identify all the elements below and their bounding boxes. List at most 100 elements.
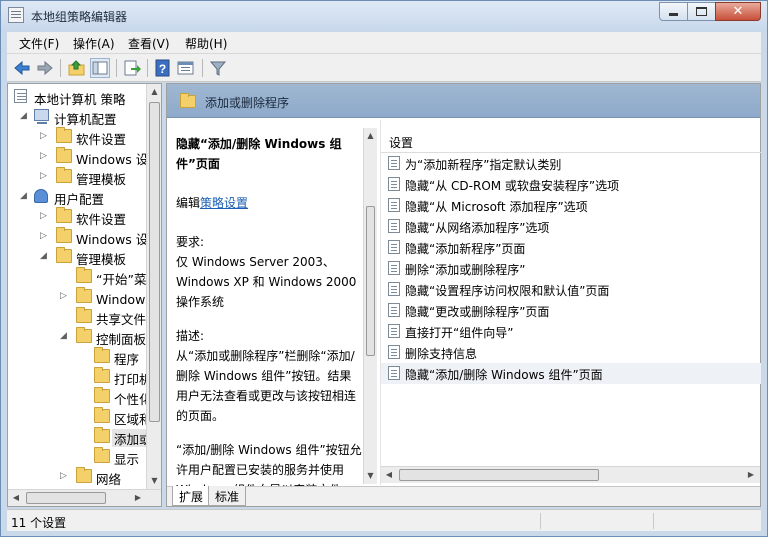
list-horizontal-scrollbar[interactable]: ◀ ▶ — [381, 466, 760, 483]
list-item-label: 删除“添加或删除程序” — [405, 263, 526, 277]
folder-icon — [56, 227, 72, 243]
description-scroll-thumb[interactable] — [366, 206, 375, 356]
tree-item-label: Windows 设置 — [76, 152, 152, 167]
tree-item-software-settings[interactable]: ▷ 软件设置 — [12, 207, 152, 227]
tree-item-shared-folders[interactable]: 共享文件夹 — [12, 307, 152, 327]
settings-list-header[interactable]: 设置 — [381, 129, 761, 153]
expand-icon[interactable]: ▷ — [60, 471, 69, 482]
scroll-down-icon[interactable]: ▼ — [364, 468, 377, 484]
window-controls: ✕ — [659, 2, 761, 21]
list-item[interactable]: 隐藏“从网络添加程序”选项 — [381, 216, 761, 237]
up-folder-icon[interactable] — [67, 58, 87, 78]
expand-icon[interactable]: ▷ — [40, 131, 49, 142]
scroll-up-icon[interactable]: ▲ — [147, 84, 161, 100]
description-scrollbar[interactable]: ▲ ▼ — [363, 128, 377, 484]
expand-icon[interactable]: ▷ — [40, 151, 49, 162]
list-item[interactable]: 隐藏“更改或删除程序”页面 — [381, 300, 761, 321]
list-hscroll-thumb[interactable] — [399, 469, 599, 481]
list-item[interactable]: 删除“添加或删除程序” — [381, 258, 761, 279]
collapse-icon[interactable]: ◢ — [60, 331, 69, 342]
list-item[interactable]: 直接打开“组件向导” — [381, 321, 761, 342]
tree-item-user-config[interactable]: ◢ 用户配置 — [12, 187, 152, 207]
menu-bar: 文件(F) 操作(A) 查看(V) 帮助(H) — [7, 32, 761, 54]
tree-item-windows-components[interactable]: ▷ Windows 组件 — [12, 287, 152, 307]
edit-policy-link[interactable]: 策略设置 — [200, 196, 248, 210]
tree-item-start-menu[interactable]: “开始”菜单和任务栏 — [12, 267, 152, 287]
tree-item-regional-language[interactable]: 区域和语言选项 — [12, 407, 152, 427]
tree-item-windows-settings[interactable]: ▷ Windows 设置 — [12, 147, 152, 167]
list-item[interactable]: 为“添加新程序”指定默认类别 — [381, 153, 761, 174]
tab-standard[interactable]: 标准 — [208, 486, 247, 506]
minimize-button[interactable] — [659, 2, 688, 21]
menu-action[interactable]: 操作(A) — [73, 35, 115, 52]
setting-title: 隐藏“添加/删除 Windows 组件”页面 — [176, 137, 342, 171]
scroll-down-icon[interactable]: ▼ — [147, 473, 161, 489]
list-item[interactable]: 隐藏“从 CD-ROM 或软盘安装程序”选项 — [381, 174, 761, 195]
tree-item-programs[interactable]: 程序 — [12, 347, 152, 367]
menu-help[interactable]: 帮助(H) — [185, 35, 227, 52]
list-item-selected[interactable]: 隐藏“添加/删除 Windows 组件”页面 — [381, 363, 761, 384]
settings-list: 设置 为“添加新程序”指定默认类别 隐藏“从 CD-ROM 或软盘安装程序”选项… — [380, 120, 761, 485]
scroll-left-icon[interactable]: ◀ — [381, 467, 397, 483]
tree-item-printers[interactable]: 打印机 — [12, 367, 152, 387]
tree-item-label: 显示 — [114, 452, 140, 467]
tab-extended[interactable]: 扩展 — [172, 486, 211, 506]
folder-icon — [94, 427, 110, 443]
collapse-icon[interactable]: ◢ — [20, 191, 29, 202]
tree-item-software-settings[interactable]: ▷ 软件设置 — [12, 127, 152, 147]
help-icon[interactable]: ? — [153, 58, 173, 78]
computer-icon — [34, 109, 49, 124]
expand-icon[interactable]: ▷ — [60, 291, 69, 302]
list-item[interactable]: 隐藏“设置程序访问权限和默认值”页面 — [381, 279, 761, 300]
show-hide-tree-icon[interactable] — [90, 58, 110, 78]
details-pane: 添加或删除程序 隐藏“添加/删除 Windows 组件”页面 编辑策略设置 要求… — [166, 83, 761, 507]
tree-vertical-scrollbar[interactable]: ▲ ▼ — [146, 84, 161, 489]
close-button[interactable]: ✕ — [715, 2, 761, 21]
tree-item-local-computer-policy[interactable]: 本地计算机 策略 — [12, 87, 152, 107]
list-item-label: 隐藏“从 CD-ROM 或软盘安装程序”选项 — [405, 179, 620, 193]
tree-item-display[interactable]: 显示 — [12, 447, 152, 467]
title-bar[interactable]: 本地组策略编辑器 ✕ — [1, 1, 767, 31]
collapse-icon[interactable]: ◢ — [20, 111, 29, 122]
menu-file[interactable]: 文件(F) — [19, 35, 59, 52]
scroll-left-icon[interactable]: ◀ — [8, 490, 24, 506]
menu-view[interactable]: 查看(V) — [128, 35, 170, 52]
tree-item-add-remove-programs[interactable]: 添加或删除程序 — [12, 427, 152, 447]
policy-setting-icon — [388, 282, 400, 296]
tree-item-label: 本地计算机 策略 — [34, 92, 126, 107]
export-list-icon[interactable] — [122, 58, 142, 78]
collapse-icon[interactable]: ◢ — [40, 251, 49, 262]
back-arrow-icon[interactable] — [12, 58, 32, 78]
scroll-up-icon[interactable]: ▲ — [364, 128, 377, 144]
requirements-label: 要求: — [176, 235, 205, 249]
list-item-label: 直接打开“组件向导” — [405, 326, 514, 340]
folder-icon — [94, 367, 110, 383]
expand-icon[interactable]: ▷ — [40, 231, 49, 242]
column-setting[interactable]: 设置 — [389, 134, 413, 151]
tree-horizontal-scrollbar[interactable]: ◀ ▶ — [8, 489, 161, 506]
tree-item-admin-templates[interactable]: ◢ 管理模板 — [12, 247, 152, 267]
folder-icon — [56, 127, 72, 143]
policy-setting-icon — [388, 219, 400, 233]
list-item[interactable]: 删除支持信息 — [381, 342, 761, 363]
scroll-right-icon[interactable]: ▶ — [130, 490, 146, 506]
forward-arrow-icon[interactable] — [35, 58, 55, 78]
tree-item-computer-config[interactable]: ◢ 计算机配置 — [12, 107, 152, 127]
policy-setting-icon — [388, 366, 400, 380]
tree-item-admin-templates[interactable]: ▷ 管理模板 — [12, 167, 152, 187]
tree-item-windows-settings[interactable]: ▷ Windows 设置 — [12, 227, 152, 247]
tree-scroll-thumb[interactable] — [149, 102, 160, 422]
tree-item-personalization[interactable]: 个性化 — [12, 387, 152, 407]
maximize-button[interactable] — [687, 2, 716, 21]
list-item[interactable]: 隐藏“从 Microsoft 添加程序”选项 — [381, 195, 761, 216]
tree-item-network[interactable]: ▷ 网络 — [12, 467, 152, 487]
properties-icon[interactable] — [176, 58, 196, 78]
scroll-right-icon[interactable]: ▶ — [743, 467, 759, 483]
expand-icon[interactable]: ▷ — [40, 171, 49, 182]
expand-icon[interactable]: ▷ — [40, 211, 49, 222]
tree-hscroll-thumb[interactable] — [26, 492, 106, 504]
tree-item-control-panel[interactable]: ◢ 控制面板 — [12, 327, 152, 347]
list-item-label: 删除支持信息 — [405, 347, 478, 361]
filter-icon[interactable] — [208, 58, 228, 78]
list-item[interactable]: 隐藏“添加新程序”页面 — [381, 237, 761, 258]
